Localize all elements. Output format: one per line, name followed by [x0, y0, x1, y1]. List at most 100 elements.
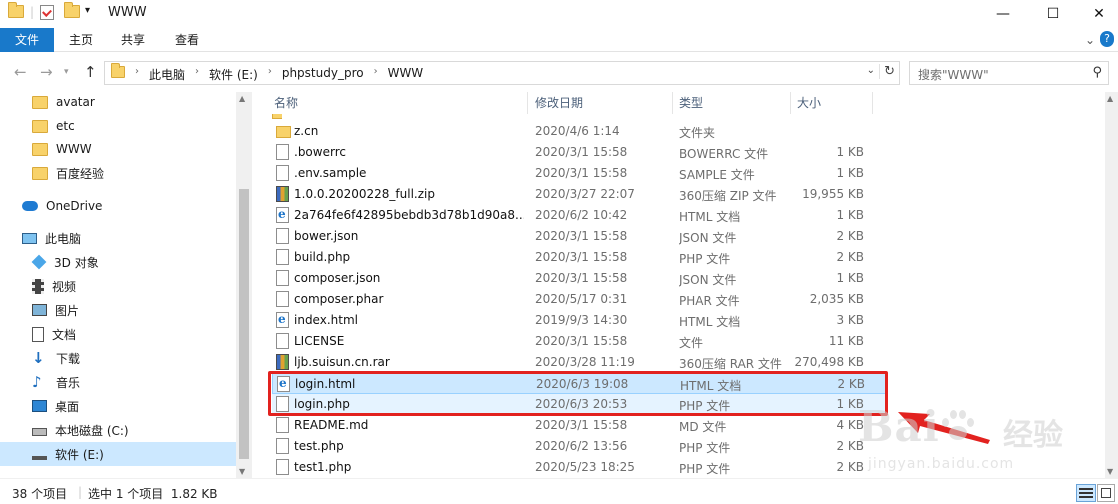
large-icons-view-icon[interactable] — [1097, 484, 1115, 502]
column-header-date[interactable]: 修改日期 — [529, 92, 673, 114]
breadcrumb-drive-e[interactable]: 软件 (E:) — [209, 66, 258, 83]
nav-downloads[interactable]: ↓ 下载 — [32, 346, 80, 370]
scroll-down-arrow-icon[interactable]: ▼ — [1107, 467, 1113, 476]
back-arrow-icon[interactable]: ← — [14, 63, 27, 81]
nav-drive-c[interactable]: 本地磁盘 (C:) — [32, 418, 129, 442]
address-dropdown-chevron-icon[interactable]: ⌄ — [867, 65, 875, 76]
baidu-watermark: Bai 经验 jingyan.baidu.com — [858, 402, 1068, 482]
table-row[interactable]: README.md 2020/3/1 15:58 MD 文件 4 KB — [272, 415, 888, 436]
nav-folder-etc[interactable]: etc — [32, 114, 75, 138]
file-list-scrollbar[interactable]: ▲ ▼ — [1105, 92, 1118, 478]
details-view-icon[interactable] — [1076, 484, 1096, 502]
file-size: 1 KB — [836, 271, 864, 285]
table-row[interactable]: LICENSE 2020/3/1 15:58 文件 11 KB — [272, 331, 888, 352]
refresh-icon[interactable]: ↻ — [879, 64, 895, 79]
table-row[interactable]: .env.sample 2020/3/1 15:58 SAMPLE 文件 1 KB — [272, 163, 888, 184]
nav-onedrive[interactable]: OneDrive — [22, 194, 102, 218]
nav-folder-avatar[interactable]: avatar — [32, 92, 95, 114]
table-row[interactable]: ljb.suisun.cn.rar 2020/3/28 11:19 360压缩 RA… — [272, 352, 888, 373]
nav-this-pc[interactable]: 此电脑 — [22, 226, 81, 250]
tab-view[interactable]: 查看 — [164, 28, 210, 52]
generic-file-icon — [276, 438, 289, 454]
minimize-button[interactable]: — — [980, 0, 1026, 28]
generic-file-icon — [276, 270, 289, 286]
breadcrumb-phpstudy[interactable]: phpstudy_pro — [282, 66, 364, 83]
table-row[interactable]: z.cn 2020/4/6 1:14 文件夹 — [272, 121, 888, 142]
nav-3d-objects[interactable]: 3D 对象 — [31, 250, 99, 274]
address-bar[interactable]: › 此电脑 › 软件 (E:) › phpstudy_pro › WWW ⌄ ↻ — [104, 61, 900, 85]
collapse-ribbon-chevron-icon[interactable]: ⌄ — [1082, 28, 1098, 52]
nav-scroll-thumb[interactable] — [239, 189, 249, 459]
table-row[interactable]: build.php 2020/3/1 15:58 PHP 文件 2 KB — [272, 247, 888, 268]
scroll-up-arrow-icon[interactable]: ▲ — [1107, 94, 1113, 103]
table-row[interactable]: composer.phar 2020/5/17 0:31 PHAR 文件 2,035 … — [272, 289, 888, 310]
nav-folder-baidu[interactable]: 百度经验 — [32, 161, 104, 185]
column-header-size[interactable]: 大小 — [791, 92, 873, 114]
scroll-down-arrow-icon[interactable]: ▼ — [239, 467, 245, 476]
generic-file-icon — [276, 459, 289, 475]
nav-label: 此电脑 — [45, 231, 82, 246]
folder-icon — [32, 119, 48, 133]
table-row[interactable]: 2a764fe6f42895bebdb3d78b1d90a8... 2020/6/… — [272, 205, 888, 226]
table-row[interactable]: 1.0.0.20200228_full.zip 2020/3/27 22:07 36… — [272, 184, 888, 205]
nav-pictures[interactable]: 图片 — [32, 298, 79, 322]
properties-icon[interactable] — [40, 5, 54, 20]
breadcrumb-www[interactable]: WWW — [388, 66, 424, 83]
nav-drive-e[interactable]: 软件 (E:) — [0, 442, 236, 466]
help-icon[interactable]: ? — [1100, 31, 1114, 47]
tab-file[interactable]: 文件 — [0, 28, 54, 52]
file-name: composer.phar — [294, 292, 384, 306]
nav-label: 软件 (E:) — [55, 447, 104, 462]
tab-share[interactable]: 共享 — [110, 28, 156, 52]
close-button[interactable]: ✕ — [1076, 0, 1118, 28]
breadcrumb-this-pc[interactable]: 此电脑 — [149, 66, 185, 83]
column-header-type[interactable]: 类型 — [673, 92, 791, 114]
up-arrow-icon[interactable]: ↑ — [84, 63, 97, 81]
maximize-button[interactable]: ☐ — [1030, 0, 1076, 28]
file-name: LICENSE — [294, 334, 345, 348]
file-date: 2020/3/1 15:58 — [535, 166, 628, 180]
file-size: 2 KB — [836, 229, 864, 243]
scroll-up-arrow-icon[interactable]: ▲ — [239, 94, 245, 103]
table-row[interactable]: test1.php 2020/5/23 18:25 PHP 文件 2 KB — [272, 457, 888, 478]
folder-icon — [32, 166, 48, 180]
file-type: HTML 文档 — [679, 210, 741, 224]
generic-file-icon — [276, 228, 289, 244]
nav-label: 音乐 — [56, 375, 81, 390]
nav-videos[interactable]: 视频 — [32, 274, 76, 298]
item-count: 38 个项目 — [12, 487, 68, 501]
recent-locations-chevron-icon[interactable]: ▾ — [64, 67, 69, 77]
zip-file-icon — [276, 186, 289, 202]
column-header-name[interactable]: 名称 — [268, 92, 528, 114]
table-row[interactable]: .bowerrc 2020/3/1 15:58 BOWERRC 文件 1 KB — [272, 142, 888, 163]
file-date: 2020/3/28 11:19 — [535, 355, 635, 369]
table-row[interactable]: bower.json 2020/3/1 15:58 JSON 文件 2 KB — [272, 226, 888, 247]
nav-scrollbar[interactable]: ▲ ▼ — [236, 92, 252, 478]
file-name: .bowerrc — [294, 145, 346, 159]
search-input[interactable]: 搜索"WWW" ⚲ — [909, 61, 1109, 85]
table-row[interactable]: composer.json 2020/3/1 15:58 JSON 文件 1 KB — [272, 268, 888, 289]
nav-folder-www[interactable]: WWW — [32, 137, 92, 161]
file-date: 2020/3/1 15:58 — [535, 250, 628, 264]
search-icon: ⚲ — [1092, 65, 1102, 80]
file-type: 文件 — [679, 336, 704, 350]
html-file-icon — [276, 207, 289, 223]
watermark-brand-cn: 经验 — [1003, 418, 1063, 453]
customize-toolbar-chevron-icon[interactable]: ▾ — [85, 5, 90, 16]
nav-music[interactable]: ♪ 音乐 — [32, 370, 80, 394]
nav-desktop[interactable]: 桌面 — [32, 394, 79, 418]
forward-arrow-icon[interactable]: → — [40, 63, 53, 81]
file-type: 文件夹 — [679, 126, 716, 140]
nav-documents[interactable]: 文档 — [32, 322, 76, 346]
file-date: 2020/3/1 15:58 — [535, 271, 628, 285]
table-row[interactable]: index.html 2019/9/3 14:30 HTML 文档 3 KB — [272, 310, 888, 331]
file-type: 360压缩 ZIP 文件 — [679, 189, 777, 203]
table-row[interactable]: test.php 2020/6/2 13:56 PHP 文件 2 KB — [272, 436, 888, 457]
file-size: 11 KB — [828, 334, 864, 348]
file-date: 2019/9/3 14:30 — [535, 313, 628, 327]
new-folder-icon[interactable] — [64, 2, 80, 18]
tab-home[interactable]: 主页 — [58, 28, 104, 52]
quick-access-folder-icon[interactable] — [8, 2, 24, 18]
file-name: 2a764fe6f42895bebdb3d78b1d90a8... — [294, 208, 524, 222]
nav-label: 视频 — [52, 279, 77, 294]
